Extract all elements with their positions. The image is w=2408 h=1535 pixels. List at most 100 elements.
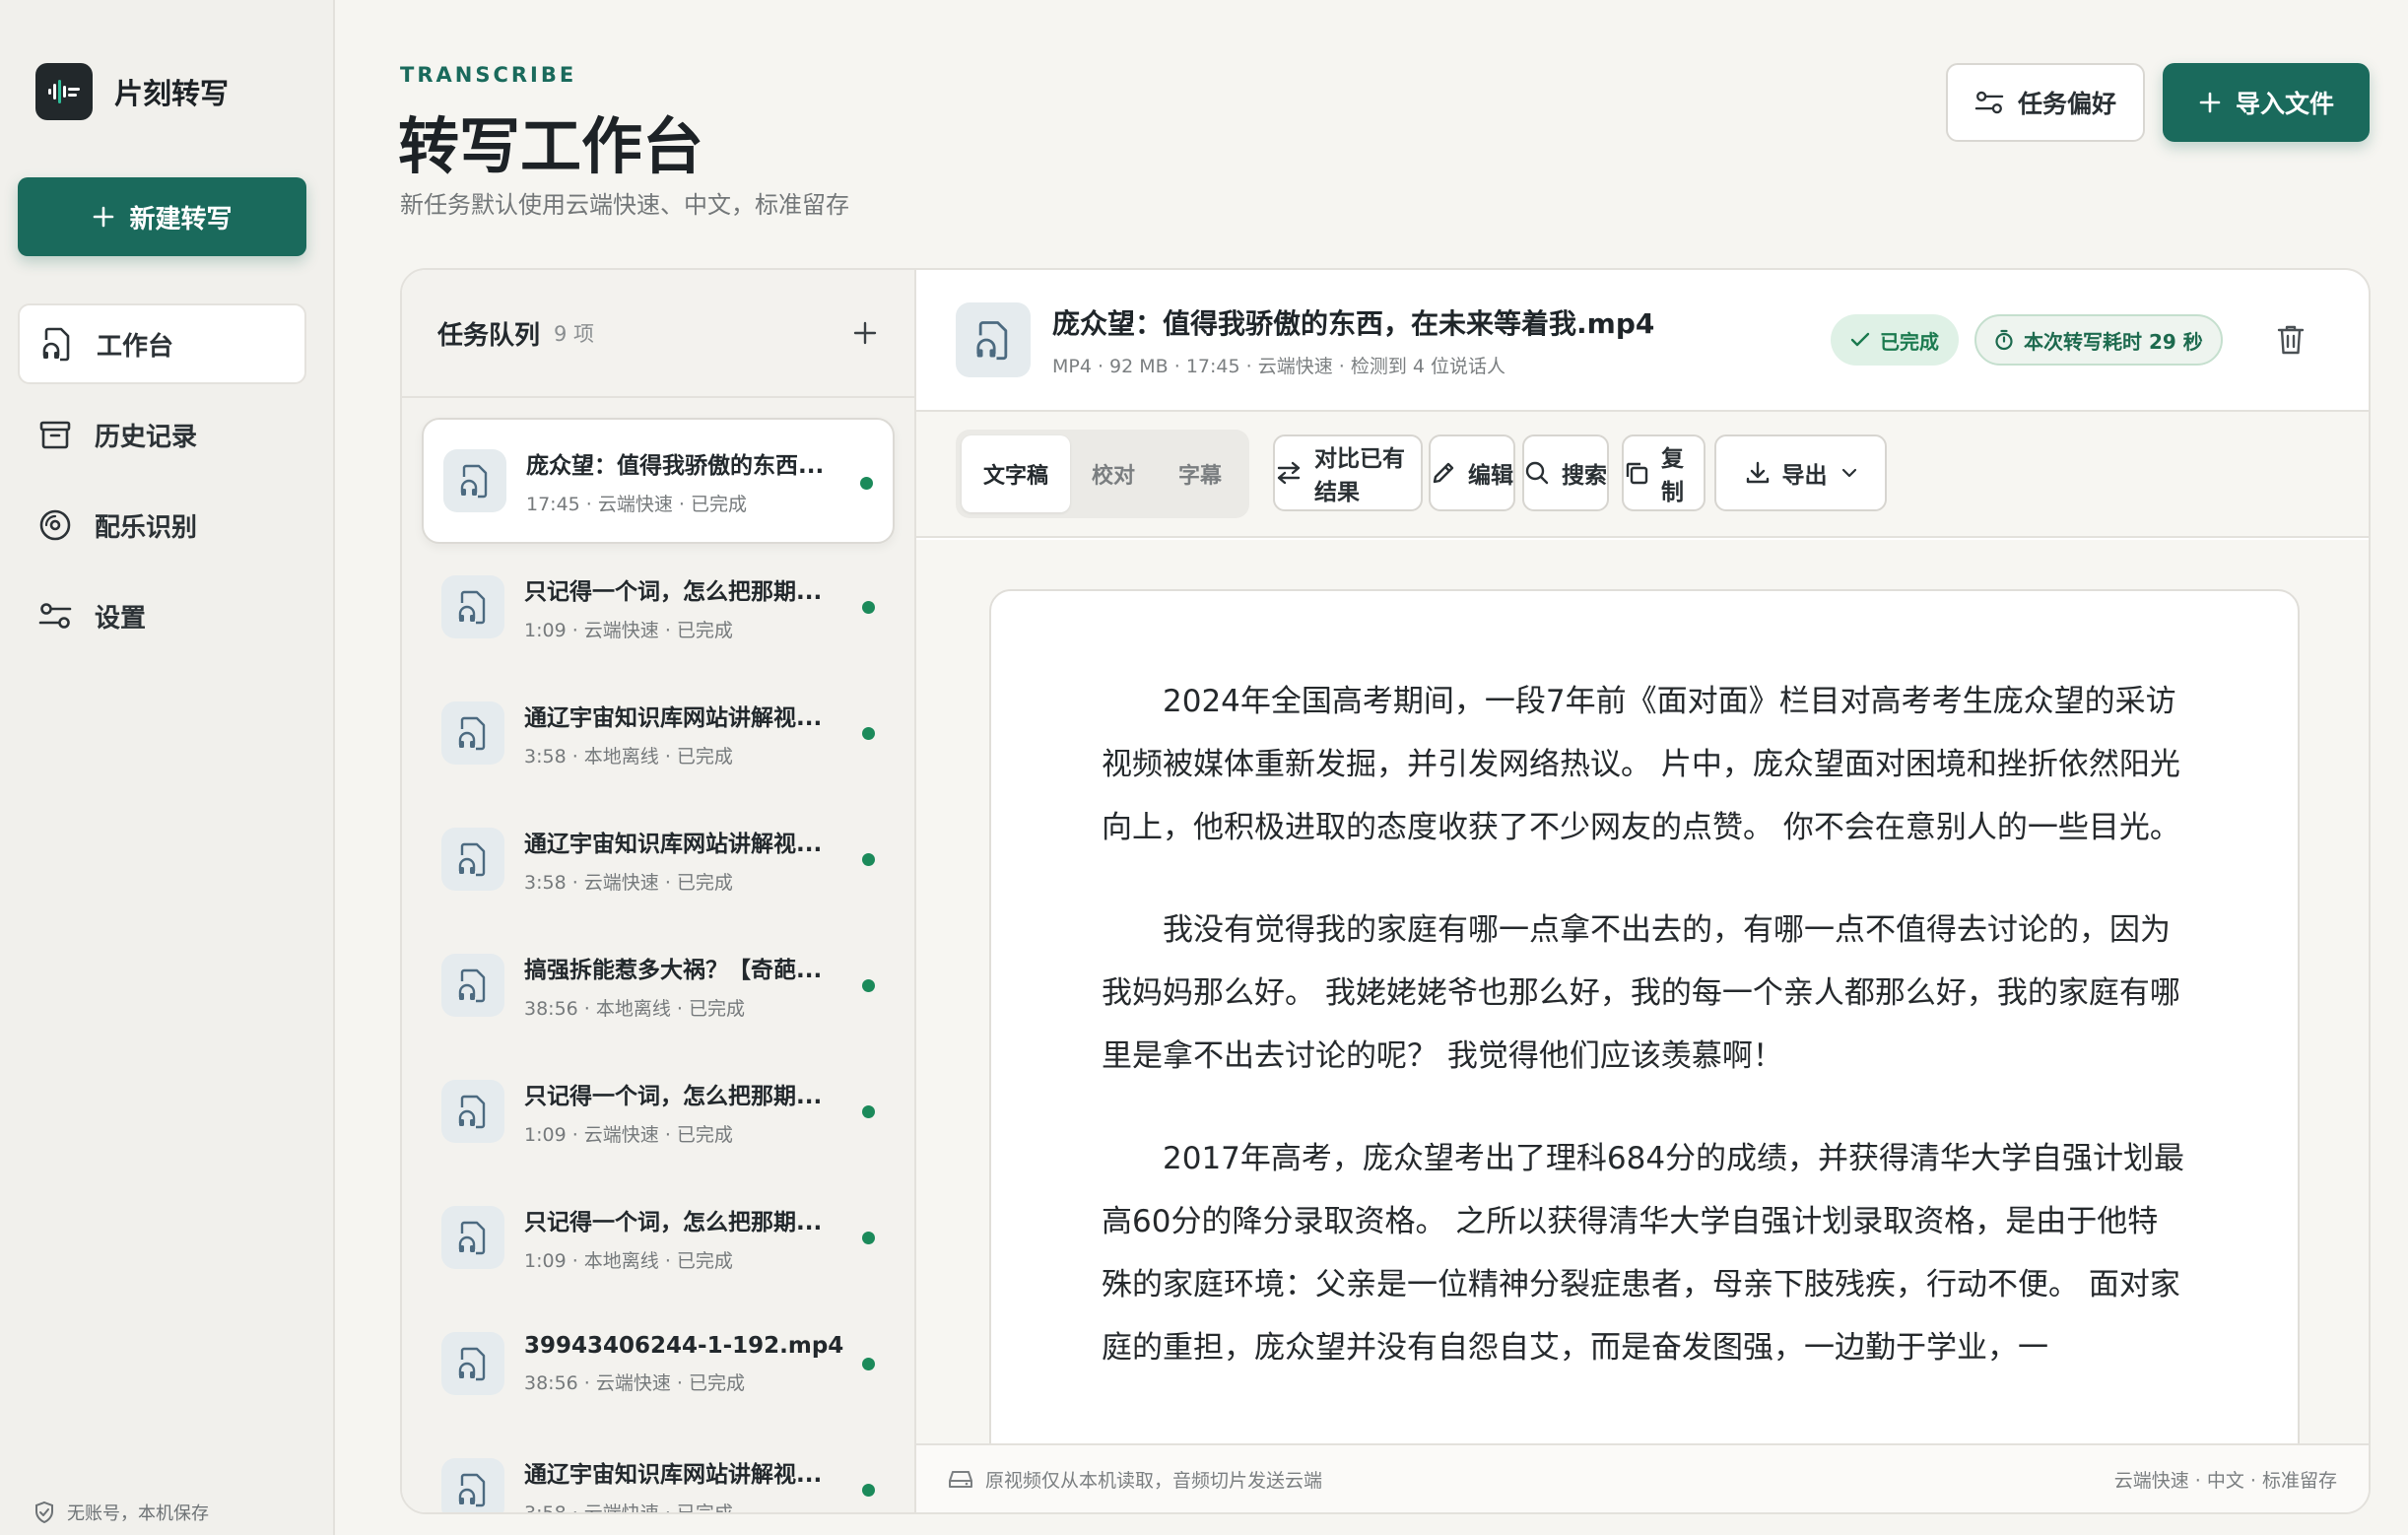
search-icon (1524, 460, 1550, 486)
task-detail: 庞众望：值得我骄傲的东西，在未来等着我.mp4 MP4 · 92 MB · 17… (916, 270, 2369, 1512)
audio-file-icon (441, 1080, 504, 1143)
status-badge: 已完成 (1831, 314, 1959, 366)
queue-item[interactable]: 39943406244-1-192.mp4 38:56 · 云端快速 · 已完成 (422, 1301, 895, 1427)
tab-subtitles[interactable]: 字幕 (1157, 435, 1243, 512)
queue-item-text: 通辽宇宙知识库网站讲解视... 3:58 · 本地离线 · 已完成 (524, 699, 849, 768)
edit-button[interactable]: 编辑 (1429, 434, 1515, 511)
queue-item-name: 只记得一个词，怎么把那期... (524, 1209, 823, 1235)
status-dot (862, 853, 875, 866)
tab-transcript[interactable]: 文字稿 (962, 435, 1071, 512)
transcript-area: 2024年全国高考期间，一段7年前《面对面》栏目对高考考生庞众望的采访视频被媒体… (916, 540, 2369, 1443)
queue-item-name: 只记得一个词，怎么把那期... (524, 1083, 823, 1109)
export-label: 导出 (1781, 463, 1828, 489)
task-preferences-button[interactable]: 任务偏好 (1946, 63, 2145, 142)
hard-drive-icon (948, 1468, 973, 1490)
mode-summary: 云端快速 · 中文 · 标准留存 (2113, 1469, 2337, 1492)
copy-icon (1624, 460, 1649, 486)
transcript-document[interactable]: 2024年全国高考期间，一段7年前《面对面》栏目对高考考生庞众望的采访视频被媒体… (989, 589, 2300, 1443)
pencil-icon (1431, 460, 1456, 486)
brand[interactable]: 片刻转写 (35, 63, 229, 120)
queue-item[interactable]: 通辽宇宙知识库网站讲解视... 3:58 · 本地离线 · 已完成 (422, 670, 895, 796)
import-file-button[interactable]: 导入文件 (2163, 63, 2370, 142)
swap-arrows-icon (1275, 460, 1303, 486)
tab-proofread[interactable]: 校对 (1070, 435, 1157, 512)
copy-label: 复制 (1661, 446, 1684, 505)
edit-label: 编辑 (1468, 463, 1513, 489)
queue-item[interactable]: 通辽宇宙知识库网站讲解视... 3:58 · 云端快速 · 已完成 (422, 1427, 895, 1512)
queue-item[interactable]: 庞众望：值得我骄傲的东西... 17:45 · 云端快速 · 已完成 (422, 418, 895, 544)
transcript-paragraph: 2017年高考，庞众望考出了理科684分的成绩，并获得清华大学自强计划最高60分… (1102, 1141, 2185, 1366)
waveform-logo-icon (35, 63, 93, 120)
storage-note: 无账号，本机保存 (33, 1500, 209, 1525)
status-dot (862, 1105, 875, 1118)
page-title: 转写工作台 (398, 110, 704, 182)
queue-item-meta: 17:45 · 云端快速 · 已完成 (526, 493, 747, 515)
queue-item-meta: 3:58 · 本地离线 · 已完成 (524, 745, 733, 768)
sliders-icon (1974, 89, 2004, 116)
sidebar-nav: 工作台 历史记录 配乐识别 设置 (18, 303, 306, 666)
status-dot (862, 979, 875, 992)
transcript-paragraph: 我没有觉得我的家庭有哪一点拿不出去的，有哪一点不值得去讨论的，因为我妈妈那么好。… (1102, 912, 2180, 1074)
new-transcription-button[interactable]: 新建转写 (18, 177, 306, 256)
plus-icon (2198, 91, 2222, 114)
queue-item-meta: 1:09 · 本地离线 · 已完成 (524, 1249, 733, 1272)
sidebar-item-label: 历史记录 (95, 422, 198, 452)
sidebar: 片刻转写 新建转写 工作台 历史记录 配乐识别 设置 无账号，本机保存 (0, 0, 335, 1535)
status-dot (860, 477, 873, 490)
copy-button[interactable]: 复制 (1622, 434, 1706, 511)
queue-item-text: 只记得一个词，怎么把那期... 1:09 · 云端快速 · 已完成 (524, 1077, 849, 1147)
queue-item-text: 39943406244-1-192.mp4 38:56 · 云端快速 · 已完成 (524, 1333, 849, 1395)
import-file-label: 导入文件 (2235, 90, 2334, 118)
compare-results-button[interactable]: 对比已有结果 (1273, 434, 1423, 511)
status-dot (862, 1484, 875, 1497)
sliders-icon (35, 596, 75, 635)
file-header: 庞众望：值得我骄傲的东西，在未来等着我.mp4 MP4 · 92 MB · 17… (916, 270, 2369, 412)
task-preferences-label: 任务偏好 (2017, 90, 2116, 118)
status-dot (862, 1232, 875, 1244)
delete-button[interactable] (2276, 323, 2306, 357)
archive-icon (35, 415, 75, 454)
page-eyebrow: TRANSCRIBE (400, 63, 577, 87)
search-button[interactable]: 搜索 (1522, 434, 1609, 511)
queue-item-name: 庞众望：值得我骄傲的东西... (526, 452, 825, 479)
sidebar-item-workbench[interactable]: 工作台 (18, 303, 306, 384)
file-name: 庞众望：值得我骄傲的东西，在未来等着我.mp4 (1052, 306, 1655, 340)
queue-item-name: 只记得一个词，怎么把那期... (524, 578, 823, 605)
task-queue-title: 任务队列 (437, 320, 541, 351)
status-dot (862, 601, 875, 614)
audio-file-icon (441, 1458, 504, 1512)
task-queue-header: 任务队列 9 项 (402, 270, 914, 398)
queue-item-text: 搞强拆能惹多大祸？【奇葩... 38:56 · 本地离线 · 已完成 (524, 951, 849, 1021)
plus-icon (92, 205, 115, 229)
workbench-panel: 任务队列 9 项 庞众望：值得我骄傲的东西... 17:45 · 云端快速 · 已… (400, 268, 2371, 1514)
queue-item-text: 通辽宇宙知识库网站讲解视... 3:58 · 云端快速 · 已完成 (524, 825, 849, 895)
queue-item[interactable]: 只记得一个词，怎么把那期... 1:09 · 云端快速 · 已完成 (422, 1048, 895, 1174)
export-dropdown[interactable]: 导出 (1714, 434, 1887, 511)
new-transcription-label: 新建转写 (129, 204, 233, 234)
queue-item[interactable]: 只记得一个词，怎么把那期... 1:09 · 本地离线 · 已完成 (422, 1174, 895, 1301)
queue-item-meta: 3:58 · 云端快速 · 已完成 (524, 871, 733, 894)
transcript-toolbar: 文字稿 校对 字幕 对比已有结果 编辑 搜索 复制 导出 (916, 412, 2369, 538)
queue-item-text: 庞众望：值得我骄傲的东西... 17:45 · 云端快速 · 已完成 (526, 446, 851, 516)
task-queue: 任务队列 9 项 庞众望：值得我骄傲的东西... 17:45 · 云端快速 · 已… (402, 270, 916, 1512)
queue-item-name: 39943406244-1-192.mp4 (524, 1332, 844, 1359)
queue-item[interactable]: 通辽宇宙知识库网站讲解视... 3:58 · 云端快速 · 已完成 (422, 796, 895, 922)
task-queue-list: 庞众望：值得我骄傲的东西... 17:45 · 云端快速 · 已完成只记得一个词，… (402, 398, 914, 1512)
audio-file-icon (441, 954, 504, 1017)
search-label: 搜索 (1562, 463, 1607, 489)
duration-badge-label: 本次转写耗时 29 秒 (2024, 329, 2203, 354)
sidebar-item-label: 配乐识别 (95, 512, 198, 543)
brand-name: 片刻转写 (114, 77, 230, 110)
status-dot (862, 1358, 875, 1370)
queue-item[interactable]: 搞强拆能惹多大祸？【奇葩... 38:56 · 本地离线 · 已完成 (422, 922, 895, 1048)
queue-item-meta: 1:09 · 云端快速 · 已完成 (524, 1123, 733, 1146)
queue-item[interactable]: 只记得一个词，怎么把那期... 1:09 · 云端快速 · 已完成 (422, 544, 895, 670)
sidebar-item-history[interactable]: 历史记录 (18, 394, 306, 475)
add-task-button[interactable] (851, 319, 879, 347)
transcript-paragraph: 2024年全国高考期间，一段7年前《面对面》栏目对高考考生庞众望的采访视频被媒体… (1102, 684, 2180, 845)
sidebar-item-music-recognition[interactable]: 配乐识别 (18, 485, 306, 566)
queue-item-name: 搞强拆能惹多大祸？【奇葩... (524, 957, 823, 983)
sidebar-item-settings[interactable]: 设置 (18, 575, 306, 656)
sidebar-item-label: 工作台 (97, 331, 174, 362)
queue-item-name: 通辽宇宙知识库网站讲解视... (524, 831, 823, 857)
